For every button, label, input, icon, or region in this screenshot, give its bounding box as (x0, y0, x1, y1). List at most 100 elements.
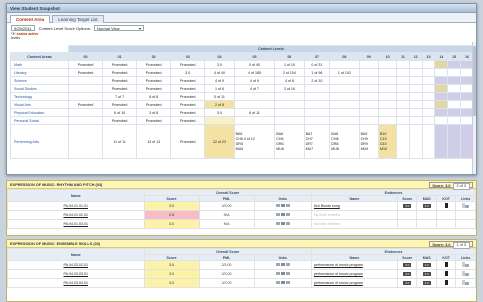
discipline-cell[interactable]: BA6 CH6 DR6 MU6 (274, 124, 305, 159)
scroll-thumb[interactable] (473, 46, 476, 116)
discipline-cell[interactable]: BA9 CH9 DR9 MU9 (358, 124, 379, 159)
level-cell[interactable]: 8 of 8 (136, 92, 172, 101)
evidence-name[interactable]: performance of music program (310, 278, 398, 288)
level-cell[interactable]: Promoted (102, 84, 138, 93)
standard-name-link[interactable]: PA.04.03.04.01 (7, 278, 145, 288)
level-cell[interactable]: 2 of 16 (274, 84, 305, 93)
level-cell[interactable]: 4 of 9 (233, 76, 276, 85)
standard-score[interactable]: 3.0 (143, 269, 200, 279)
level-cell[interactable]: Promoted (102, 116, 138, 125)
document-icon[interactable] (280, 263, 285, 266)
tab-content-area[interactable]: Content Area (10, 15, 51, 23)
level-cell[interactable]: Promoted (102, 100, 138, 109)
content-area-name[interactable]: Technology (10, 92, 69, 101)
level-cell[interactable]: Promoted (170, 124, 206, 159)
level-cell[interactable]: 4 of 40 (204, 68, 235, 77)
attachment-icon[interactable] (285, 263, 290, 266)
standard-name-link[interactable]: PA.04.03.03.01 (7, 269, 145, 279)
content-area-name[interactable]: Physical Education (10, 108, 69, 117)
attachment-icon[interactable] (285, 272, 290, 275)
level-cell[interactable]: Promoted (102, 68, 138, 77)
section-pager[interactable]: 2 of 3 (452, 183, 470, 190)
content-area-name[interactable]: Social Studies (10, 84, 69, 93)
level-cell[interactable]: Promoted (136, 116, 172, 125)
level-cell[interactable]: 7 of 7 (102, 92, 138, 101)
document-icon[interactable] (280, 204, 285, 207)
level-cell[interactable]: 6 of 11 (233, 108, 276, 117)
edit-icon[interactable] (465, 273, 470, 276)
level-cell[interactable]: 3 of 8 (136, 108, 172, 117)
level-cell[interactable]: Promoted (136, 60, 172, 69)
comment-icon[interactable] (275, 204, 280, 207)
comment-icon[interactable] (275, 281, 280, 284)
tab-learning-target-list[interactable]: Learning Target List (52, 15, 104, 23)
section-pager[interactable]: 1 of 3 (452, 242, 470, 249)
level-cell[interactable]: Promoted (170, 92, 206, 101)
document-icon[interactable] (280, 222, 285, 225)
edit-icon[interactable] (465, 282, 470, 285)
standard-name-link[interactable]: PA.04.01.01.01 (7, 201, 145, 211)
level-cell[interactable]: 4 of 9 (204, 76, 235, 85)
level-cell[interactable]: 0 of 31 (303, 60, 331, 69)
evidence-name[interactable]: performance of music program (310, 260, 398, 270)
evidence-name[interactable]: Itch Bionte song (310, 201, 398, 211)
level-cell[interactable]: 4 of 185 (233, 68, 276, 77)
standard-name-link[interactable]: PA.04.01.03.01 (7, 219, 145, 229)
level-cell[interactable]: Promoted (170, 100, 206, 109)
discipline-cell[interactable]: BA8 CH8 DR8 MU8 (329, 124, 360, 159)
level-cell[interactable]: 4 of 7 (233, 84, 276, 93)
level-cell[interactable] (67, 124, 104, 159)
content-area-name[interactable]: Science (10, 76, 69, 85)
level-cell[interactable]: 3.0 (170, 68, 206, 77)
attachment-icon[interactable] (285, 222, 290, 225)
level-cell[interactable]: 0 of 11 (204, 92, 235, 101)
content-area-name[interactable]: Math (10, 60, 69, 69)
level-cell[interactable]: Promoted (67, 60, 104, 69)
content-area-name[interactable]: Performing Arts (10, 124, 69, 159)
level-cell[interactable]: Promoted (170, 108, 206, 117)
discipline-cell[interactable]: BA5 CH5 0 of 12 DR5 MU5 (233, 124, 276, 159)
content-area-name[interactable]: Personal Social (10, 116, 69, 125)
standard-name-link[interactable]: PA.04.03.02.01 (7, 260, 145, 270)
level-cell[interactable]: Promoted (136, 84, 172, 93)
comment-icon[interactable] (275, 263, 280, 266)
level-cell[interactable]: 2 of 10 (303, 76, 331, 85)
level-cell[interactable]: Promoted (102, 76, 138, 85)
content-area-name[interactable]: Literacy (10, 68, 69, 77)
level-cell[interactable]: Promoted (170, 76, 206, 85)
comment-icon[interactable] (275, 213, 280, 216)
level-cell[interactable]: 0 of 40 (233, 60, 276, 69)
standard-score[interactable]: 3.0 (143, 219, 200, 229)
level-cell[interactable]: Promoted (136, 68, 172, 77)
level-cell[interactable]: Promoted (136, 100, 172, 109)
level-cell[interactable]: 22 of 23 (204, 124, 235, 159)
level-cell[interactable]: Promoted (170, 116, 206, 125)
level-cell[interactable]: 1 of 96 (303, 68, 331, 77)
standard-score[interactable]: 3.0 (143, 260, 200, 270)
level-cell[interactable]: 1 of 19 (274, 60, 305, 69)
comment-icon[interactable] (275, 222, 280, 225)
level-cell[interactable]: Promoted (170, 60, 206, 69)
level-cell[interactable]: 1 of 102 (329, 68, 360, 77)
level-cell[interactable]: Promoted (136, 76, 172, 85)
document-icon[interactable] (280, 281, 285, 284)
level-cell[interactable]: Promoted (170, 84, 206, 93)
discipline-cell[interactable]: BA7 CH7 DR7 MU7 (303, 124, 331, 159)
content-area-name[interactable]: Visual Arts (10, 100, 69, 109)
comment-icon[interactable] (275, 272, 280, 275)
evidence-name[interactable]: performance of music program (310, 269, 398, 279)
level-cell[interactable]: 2 of 104 (274, 68, 305, 77)
level-cell[interactable]: 13 of 13 (136, 124, 172, 159)
discipline-cell[interactable]: B10 C10 D10 M10 (377, 124, 398, 159)
vertical-scrollbar[interactable] (472, 42, 476, 174)
standard-score[interactable]: 3.0 (143, 278, 200, 288)
level-cell[interactable]: 2 of 8 (204, 100, 235, 109)
standard-score[interactable]: 2.5 (143, 210, 200, 220)
score-options-select[interactable]: Normal View ▾ (94, 25, 145, 31)
level-cell[interactable]: 3.0 (204, 108, 235, 117)
level-cell[interactable]: Promoted (67, 68, 104, 77)
attachment-icon[interactable] (285, 213, 290, 216)
level-cell[interactable]: 6 of 10 (102, 108, 138, 117)
attachment-icon[interactable] (285, 281, 290, 284)
standard-score[interactable]: 3.0 (143, 201, 200, 211)
